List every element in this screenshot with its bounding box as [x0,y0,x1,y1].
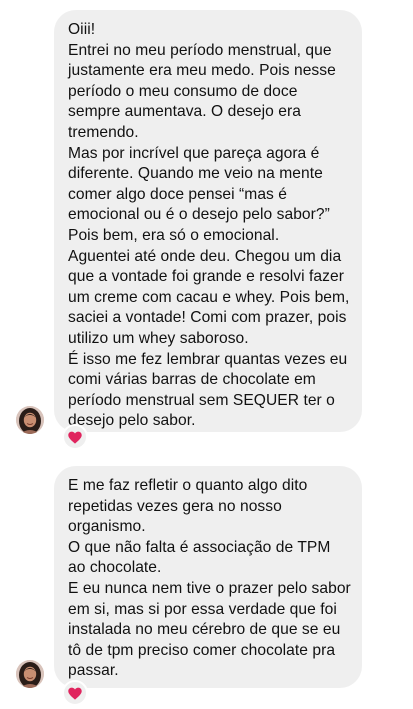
message-line: E me faz refletir o quanto algo dito rep… [68,477,308,536]
message-thread: Oiii! Entrei no meu período menstrual, q… [0,0,413,709]
message-line: Mas por incrível que pareça agora é dife… [68,144,330,244]
heart-icon [68,687,82,700]
heart-icon [68,431,82,444]
avatar-image [16,660,44,688]
message-bubble[interactable]: E me faz refletir o quanto algo dito rep… [54,466,362,688]
message-line: Entrei no meu período menstrual, que jus… [68,41,336,141]
message-line: Aguentei até onde deu. Chegou um dia que… [68,247,350,347]
message-line: O que não falta é associação de TPM ao c… [68,538,331,577]
avatar[interactable] [16,660,44,688]
message-bubble[interactable]: Oiii! Entrei no meu período menstrual, q… [54,10,362,432]
message-line: Oiii! [68,21,96,38]
avatar-image [16,406,44,434]
reaction-badge[interactable] [62,424,88,450]
reaction-badge[interactable] [62,680,88,706]
message-line: E eu nunca nem tive o prazer pelo sabor … [68,579,351,680]
message-line: É isso me fez lembrar quantas vezes eu c… [68,350,348,430]
avatar[interactable] [16,406,44,434]
